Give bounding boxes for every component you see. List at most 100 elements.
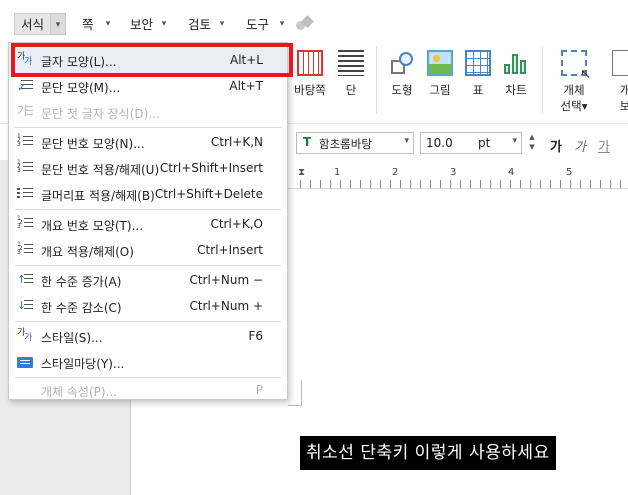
object-sublabel: 보	[619, 99, 628, 113]
outline-toggle-icon: 1 23	[17, 242, 33, 257]
menu-item-char-shape[interactable]: 가가 글자 모양(L)... Alt+L	[9, 47, 287, 73]
shapes-button[interactable]: 도형	[386, 50, 418, 98]
menu-security-dropdown-icon[interactable]: ▾	[156, 13, 172, 35]
indent-marker-icon[interactable]: ⧗	[298, 167, 305, 178]
horizontal-ruler[interactable]: ⧗ 1 2 3 4 5	[288, 163, 628, 189]
menu-tools[interactable]: 도구	[246, 14, 269, 36]
font-size-field[interactable]: 10.0 pt ▾	[420, 132, 522, 154]
ruler-number: 2	[392, 167, 399, 178]
numbering-toggle-icon: 123	[17, 160, 33, 175]
bold-button[interactable]: 가	[550, 136, 562, 155]
font-size-stepper[interactable]: ▲ ▼	[525, 132, 539, 154]
shapes-icon	[389, 50, 415, 76]
menu-item-shortcut: P	[255, 383, 263, 397]
chart-button[interactable]: 차트	[500, 50, 532, 98]
ruler-number: 1	[334, 167, 341, 178]
menu-page-dropdown-icon[interactable]: ▾	[100, 13, 116, 35]
menu-review-dropdown-icon[interactable]: ▾	[214, 13, 230, 35]
menu-item-label: 한 수준 감소(C)	[41, 301, 122, 315]
chart-label: 차트	[505, 83, 527, 97]
menu-item-shortcut: Ctrl+K,N	[210, 135, 263, 149]
picture-icon	[427, 50, 453, 76]
format-dropdown-menu: 가가 글자 모양(L)... Alt+L ✓ 문단 모양(M)... Alt+T…	[8, 42, 293, 400]
menu-item-label: 글자 모양(L)...	[41, 55, 117, 69]
menu-format[interactable]: 서식	[14, 13, 52, 35]
chart-icon	[503, 50, 529, 76]
drop-cap-icon: 가	[17, 105, 33, 119]
font-name-select[interactable]: T 함초롬바탕 ▾	[296, 132, 414, 154]
italic-button[interactable]: 가	[574, 136, 586, 155]
menu-separator	[15, 127, 281, 128]
outline-shape-icon: 1 23	[17, 216, 33, 231]
ribbon-divider	[376, 46, 377, 114]
columns-icon	[338, 50, 364, 76]
menu-format-dropdown-icon[interactable]: ▾	[50, 13, 66, 35]
object-select-label: 개체	[563, 83, 585, 97]
columns-button[interactable]: 단	[336, 50, 366, 98]
object-label: 개	[619, 83, 628, 97]
ruler-number: 3	[450, 167, 457, 178]
columns-label: 단	[345, 83, 357, 97]
menu-item-shortcut: Ctrl+Shift+Delete	[154, 187, 263, 201]
char-shape-icon: 가가	[17, 52, 33, 67]
menu-item-shortcut: Ctrl+Num +	[189, 299, 263, 313]
menu-item-shortcut: Ctrl+Insert	[197, 243, 263, 257]
table-label: 표	[472, 83, 484, 97]
menu-separator	[15, 321, 281, 322]
font-size-value: 10.0	[426, 136, 453, 150]
format-toolbar: T 함초롬바탕 ▾ 10.0 pt ▾ ▲ ▼ 가 가 가	[288, 128, 628, 160]
numbering-shape-icon: 123	[17, 134, 33, 149]
style-gallery-icon	[17, 355, 33, 369]
object-icon	[612, 50, 628, 76]
caption-overlay: 취소선 단축키 이렇게 사용하세요	[300, 436, 556, 470]
menu-item-level-decrease[interactable]: ↓ 한 수준 감소(C) Ctrl+Num +	[9, 293, 287, 319]
object-select-icon	[561, 50, 591, 82]
menu-bar: 서식 ▾ 쪽 ▾ 보안 ▾ 검토 ▾ 도구 ▾	[0, 0, 628, 42]
menu-item-style[interactable]: 가가 스타일(S)... F6	[9, 323, 287, 349]
style-icon: 가가	[17, 328, 33, 343]
font-name-value: 함초롬바탕	[319, 137, 372, 151]
menu-item-label: 스타일마당(Y)...	[41, 357, 125, 371]
menu-page[interactable]: 쪽	[82, 14, 94, 36]
page-template-button[interactable]: 바탕쪽	[290, 50, 330, 98]
menu-item-outline-shape[interactable]: 1 23 개요 번호 모양(T)... Ctrl+K,O	[9, 211, 287, 237]
object-select-sublabel: 선택▾	[560, 99, 588, 113]
menu-item-level-increase[interactable]: ↑ 한 수준 증가(A) Ctrl+Num −	[9, 267, 287, 293]
menu-item-bullet-toggle[interactable]: 글머리표 적용/해제(B) Ctrl+Shift+Delete	[9, 181, 287, 207]
menu-tools-dropdown-icon[interactable]: ▾	[274, 13, 290, 35]
bullet-toggle-icon	[17, 187, 33, 201]
menu-review[interactable]: 검토	[188, 14, 211, 36]
menu-security[interactable]: 보안	[130, 14, 153, 36]
users-icon[interactable]	[296, 15, 314, 31]
menu-item-numbering-toggle[interactable]: 123 문단 번호 적용/해제(U) Ctrl+Shift+Insert	[9, 155, 287, 181]
menu-item-label: 한 수준 증가(A)	[41, 275, 122, 289]
table-icon	[465, 50, 491, 76]
chevron-down-icon[interactable]: ▾	[512, 136, 517, 146]
underline-button[interactable]: 가	[598, 136, 610, 155]
ruler-ticks	[300, 180, 628, 188]
page-template-icon	[297, 50, 323, 76]
picture-button[interactable]: 그림	[424, 50, 456, 98]
object-button[interactable]: 개 보	[610, 50, 628, 114]
menu-separator	[15, 265, 281, 266]
menu-item-shortcut: Alt+L	[230, 53, 263, 67]
menu-item-label: 문단 첫 글자 장식(D)...	[41, 107, 160, 121]
chevron-down-icon[interactable]: ▾	[404, 136, 409, 146]
ribbon-divider	[542, 46, 543, 114]
menu-item-shortcut: F6	[248, 329, 263, 343]
menu-item-outline-toggle[interactable]: 1 23 개요 적용/해제(O) Ctrl+Insert	[9, 237, 287, 263]
menu-item-label: 스타일(S)...	[41, 331, 103, 345]
shapes-label: 도형	[391, 83, 413, 97]
menu-item-label: 개체 속성(P)...	[41, 385, 118, 399]
object-select-button[interactable]: 개체 선택▾	[554, 50, 594, 114]
level-decrease-icon: ↓	[17, 299, 33, 313]
menu-item-paragraph-shape[interactable]: ✓ 문단 모양(M)... Alt+T	[9, 73, 287, 99]
menu-item-numbering-shape[interactable]: 123 문단 번호 모양(N)... Ctrl+K,N	[9, 129, 287, 155]
page-margin-marker	[288, 380, 302, 406]
menu-item-shortcut: Ctrl+Num −	[189, 273, 263, 287]
table-button[interactable]: 표	[462, 50, 494, 98]
menu-item-style-gallery[interactable]: 스타일마당(Y)...	[9, 349, 287, 375]
font-size-unit: pt	[478, 136, 491, 150]
menu-item-shortcut: Alt+T	[229, 79, 263, 93]
menu-item-drop-cap: 가 문단 첫 글자 장식(D)...	[9, 99, 287, 125]
